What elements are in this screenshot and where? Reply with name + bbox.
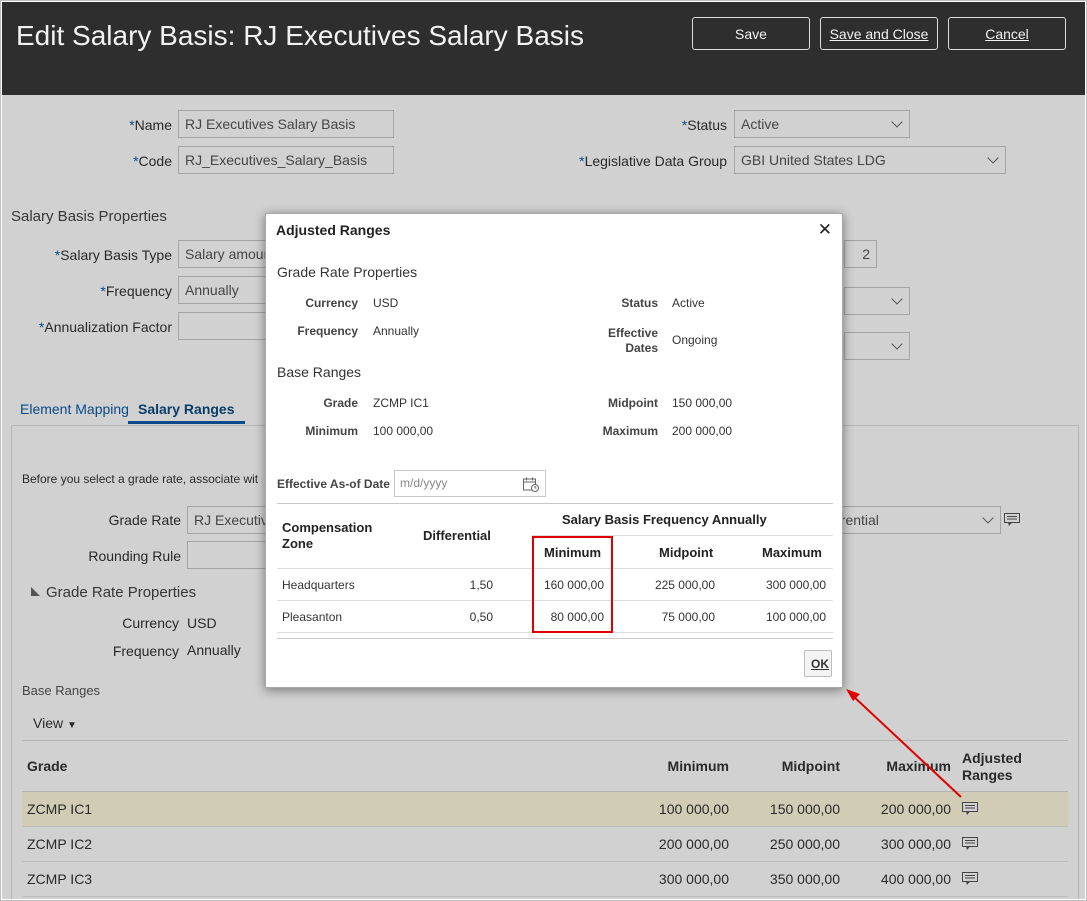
base-ranges-heading: Base Ranges <box>277 364 362 380</box>
midpoint-value: 150 000,00 <box>672 396 733 410</box>
divider <box>277 638 833 639</box>
dialog-title: Adjusted Ranges <box>276 222 391 238</box>
highlight-box <box>532 536 613 633</box>
differential-cell: 0,50 <box>469 610 493 624</box>
calendar-icon[interactable] <box>523 476 539 501</box>
col-maximum: Maximum <box>762 545 822 560</box>
status-value: Active <box>672 296 705 310</box>
col-compensation-zone-1: Compensation <box>282 520 373 535</box>
minimum-label: Minimum <box>305 424 358 438</box>
save-and-close-button[interactable]: Save and Close <box>820 17 938 50</box>
currency-label: Currency <box>305 296 358 310</box>
col-group-salary-basis-frequency: Salary Basis Frequency Annually <box>562 512 767 527</box>
ok-button[interactable]: OK <box>804 650 832 677</box>
save-button[interactable]: Save <box>692 17 810 50</box>
grade-value: ZCMP IC1 <box>373 396 429 410</box>
col-compensation-zone-2: Zone <box>282 536 314 551</box>
page-title: Edit Salary Basis: RJ Executives Salary … <box>16 20 584 51</box>
page-header: Edit Salary Basis: RJ Executives Salary … <box>2 2 1085 95</box>
midpoint-cell: 225 000,00 <box>654 578 715 592</box>
effective-dates-label-2: Dates <box>625 341 658 355</box>
grade-rate-properties-heading: Grade Rate Properties <box>277 264 418 280</box>
midpoint-label: Midpoint <box>608 396 658 410</box>
frequency-value: Annually <box>373 324 420 338</box>
divider <box>277 503 833 504</box>
cancel-button[interactable]: Cancel <box>948 17 1066 50</box>
grade-label: Grade <box>323 396 358 410</box>
differential-cell: 1,50 <box>469 578 493 592</box>
zone-cell: Pleasanton <box>282 610 343 624</box>
maximum-cell: 100 000,00 <box>765 610 826 624</box>
effective-dates-label-1: Effective <box>607 326 658 340</box>
close-icon[interactable]: ✕ <box>818 220 832 240</box>
col-midpoint: Midpoint <box>659 545 714 560</box>
minimum-value: 100 000,00 <box>373 424 434 438</box>
col-differential: Differential <box>423 528 491 543</box>
maximum-cell: 300 000,00 <box>765 578 826 592</box>
frequency-label: Frequency <box>297 324 358 338</box>
effective-as-of-date-label: Effective As-of Date <box>277 477 390 491</box>
currency-value: USD <box>373 296 399 310</box>
maximum-label: Maximum <box>602 424 658 438</box>
effective-dates-value: Ongoing <box>672 333 718 347</box>
midpoint-cell: 75 000,00 <box>661 610 715 624</box>
zone-cell: Headquarters <box>282 578 355 592</box>
effective-as-of-date-input[interactable]: m/d/yyyy <box>394 470 546 497</box>
adjusted-ranges-dialog: Adjusted Ranges ✕ Grade Rate Properties … <box>265 213 843 688</box>
status-label: Status <box>621 296 658 310</box>
maximum-value: 200 000,00 <box>672 424 733 438</box>
